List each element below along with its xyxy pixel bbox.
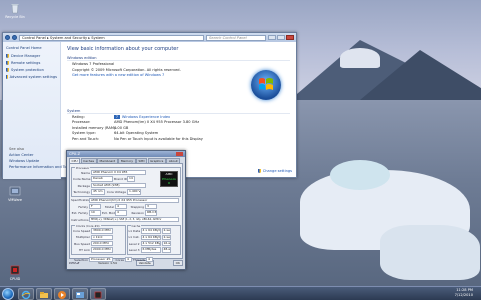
control-panel-icon <box>76 292 84 298</box>
taskbar-button-ie[interactable] <box>18 288 34 300</box>
processor-group: Processor Name AMD Phenom II X4 955 Code … <box>71 166 181 197</box>
cpuz-title: CPU-Z <box>69 152 81 156</box>
desktop-icon-cpuid[interactable]: CPUID <box>2 264 28 281</box>
sidebar-item-remote-settings[interactable]: Remote settings <box>6 61 57 65</box>
desktop-icon-label: Recycle Bin <box>5 15 25 19</box>
clock-date: 7/12/2010 <box>454 293 473 297</box>
vmware-icon <box>9 186 21 196</box>
cpuz-cpu-panel: Processor Name AMD Phenom II X4 955 Code … <box>69 163 183 263</box>
close-button[interactable] <box>286 35 294 40</box>
sidebar-item-advanced-settings[interactable]: Advanced system settings <box>6 75 57 79</box>
taskbar-button-explorer[interactable] <box>36 288 52 300</box>
close-button[interactable] <box>176 152 183 156</box>
section-header: System <box>67 109 290 114</box>
snowcap <box>340 48 380 68</box>
change-settings-link[interactable]: Change settings <box>257 169 292 173</box>
sidebar: Control Panel Home Device Manager Remote… <box>3 42 72 179</box>
iceberg <box>330 160 390 190</box>
shield-icon <box>6 61 9 65</box>
shield-icon <box>257 169 261 173</box>
system-type-row: System type: 64-bit Operating System <box>72 131 159 135</box>
shield-icon <box>6 68 9 72</box>
sidebar-item-system-protection[interactable]: System protection <box>6 68 57 72</box>
window-controls <box>268 35 294 40</box>
clocks-group: Clocks (Core #0) Core Speed 3800.0 MHz Mu… <box>71 224 126 255</box>
desktop-icon-label: CPUID <box>9 277 21 281</box>
instructions-value: MMX(+), 3DNow!(+), SSE (1, 2, 3, 4A), x8… <box>89 216 179 223</box>
processor-select[interactable]: Processor #1 <box>89 256 113 263</box>
search-input[interactable]: Search Control Panel <box>206 34 266 41</box>
ie-icon <box>21 290 31 300</box>
windows-logo-icon <box>251 70 281 100</box>
shield-icon <box>6 54 9 58</box>
explorer-icon <box>40 292 48 298</box>
taskbar-button-cpuz[interactable] <box>90 288 106 300</box>
recycle-bin-icon <box>11 4 19 14</box>
brand-id-value: 14 <box>127 176 135 182</box>
cpu-name-value: AMD Phenom II X4 955 <box>91 170 146 176</box>
shield-icon <box>6 75 8 79</box>
rating-row: Rating:? Windows Experience Index <box>72 114 171 119</box>
memory-row: Installed memory (RAM): 4.00 GB <box>72 125 129 130</box>
sidebar-item-label: Advanced system settings <box>9 75 57 79</box>
section-header: Windows edition <box>67 56 290 61</box>
rating-link[interactable]: Windows Experience Index <box>122 115 170 119</box>
package-value: Socket AM3 (938) <box>91 182 146 189</box>
sidebar-item-label: Remote settings <box>11 61 41 65</box>
taskbar-button-media-player[interactable] <box>54 288 70 300</box>
desktop-icon-label: VMWare <box>8 198 22 202</box>
cpuz-icon <box>94 291 102 299</box>
desktop-icon-recycle-bin[interactable]: Recycle Bin <box>2 2 28 19</box>
cpuz-window: CPU-Z CPU Caches Mainboard Memory SPD Gr… <box>66 150 186 270</box>
iceberg <box>380 225 480 280</box>
core-voltage-value: 1.400 V <box>127 189 141 195</box>
pen-touch-row: Pen and Touch: No Pen or Touch Input is a… <box>72 136 203 141</box>
amd-logo: AMD Phenom II <box>160 171 178 187</box>
taskbar: 11:28 PM 7/12/2010 <box>0 286 481 300</box>
start-button[interactable] <box>2 288 14 300</box>
breadcrumb[interactable]: Control Panel ▸ System and Security ▸ Sy… <box>19 34 204 41</box>
codename-value: Deneb <box>91 176 113 182</box>
specification-value: AMD Phenom(tm) II X4 955 Processor <box>89 197 179 204</box>
media-player-icon <box>58 291 66 299</box>
sidebar-item-device-manager[interactable]: Device Manager <box>6 54 57 58</box>
processor-row: Processor: AMD Phenom(tm) II X4 955 Proce… <box>72 120 200 124</box>
forward-button[interactable] <box>12 35 17 40</box>
sidebar-item-label: Device Manager <box>11 54 41 58</box>
desktop-icon-vmware[interactable]: VMWare <box>2 185 28 202</box>
sidebar-item-label: System protection <box>11 68 44 72</box>
cpuid-icon <box>10 265 20 275</box>
technology-value: 45 nm <box>91 189 105 195</box>
maximize-button[interactable] <box>277 35 285 40</box>
back-button[interactable] <box>5 35 10 40</box>
edition-text: Windows 7 Professional <box>72 62 115 66</box>
address-bar: Control Panel ▸ System and Security ▸ Sy… <box>3 33 296 42</box>
page-title: View basic information about your comput… <box>67 46 179 52</box>
rating-badge: ? <box>114 114 120 119</box>
taskbar-button-control-panel[interactable] <box>72 288 88 300</box>
system-clock[interactable]: 11:28 PM 7/12/2010 <box>455 288 473 298</box>
cache-group: Cache L1 Data4 x 64 KBytes2-way L1 Inst.… <box>126 224 181 255</box>
sidebar-home-link[interactable]: Control Panel Home <box>6 46 57 50</box>
minimize-button[interactable] <box>268 35 276 40</box>
